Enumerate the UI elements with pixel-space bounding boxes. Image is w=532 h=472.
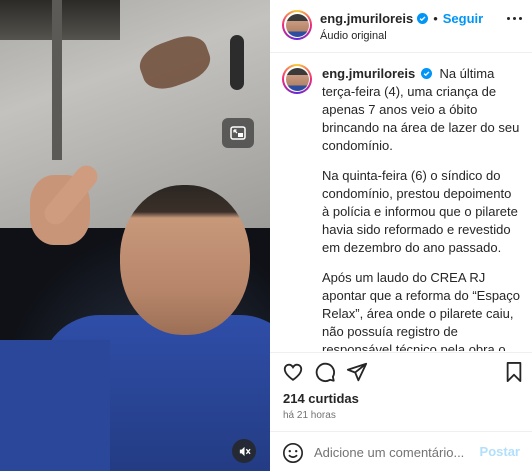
audio-label[interactable]: Áudio original [320,30,387,42]
comment-input[interactable] [314,443,474,461]
likes-count[interactable]: 214 curtidas [283,391,359,406]
separator-dot: • [433,11,438,26]
avatar[interactable] [282,10,312,40]
follow-button[interactable]: Seguir [443,11,483,26]
caption-paragraph: Após um laudo do CREA RJ apontar que a r… [322,270,521,351]
comment-bar: Postar [270,431,532,472]
heart-icon[interactable] [282,361,306,385]
more-options-icon[interactable] [507,17,522,20]
presenter-face [120,185,250,335]
author-username[interactable]: eng.jmuriloreis [320,11,413,26]
comment-icon[interactable] [314,361,338,385]
caption-username[interactable]: eng.jmuriloreis [322,66,415,81]
caption-paragraph: Na quinta-feira (6) o síndico do condomí… [322,168,518,255]
emoji-icon[interactable] [282,442,304,464]
post-comment-button[interactable]: Postar [480,444,520,459]
share-icon[interactable] [346,361,370,385]
post-caption: eng.jmuriloreis Na última terça-feira (4… [322,65,522,351]
caption-avatar[interactable] [282,64,312,94]
caption-section: eng.jmuriloreis Na última terça-feira (4… [270,53,532,351]
verified-badge-icon [420,68,432,79]
presenter-arm [0,340,110,471]
action-bar [270,352,532,393]
reel-video[interactable] [0,0,270,471]
bookmark-icon[interactable] [504,361,528,385]
picture-in-picture-icon[interactable] [222,118,254,148]
post-header: eng.jmuriloreis • Seguir Áudio original [270,0,532,53]
post-details-panel: eng.jmuriloreis • Seguir Áudio original … [270,0,532,471]
post-timestamp[interactable]: há 21 horas [283,410,336,421]
muted-speaker-icon[interactable] [232,439,256,463]
verified-badge-icon [417,13,429,24]
